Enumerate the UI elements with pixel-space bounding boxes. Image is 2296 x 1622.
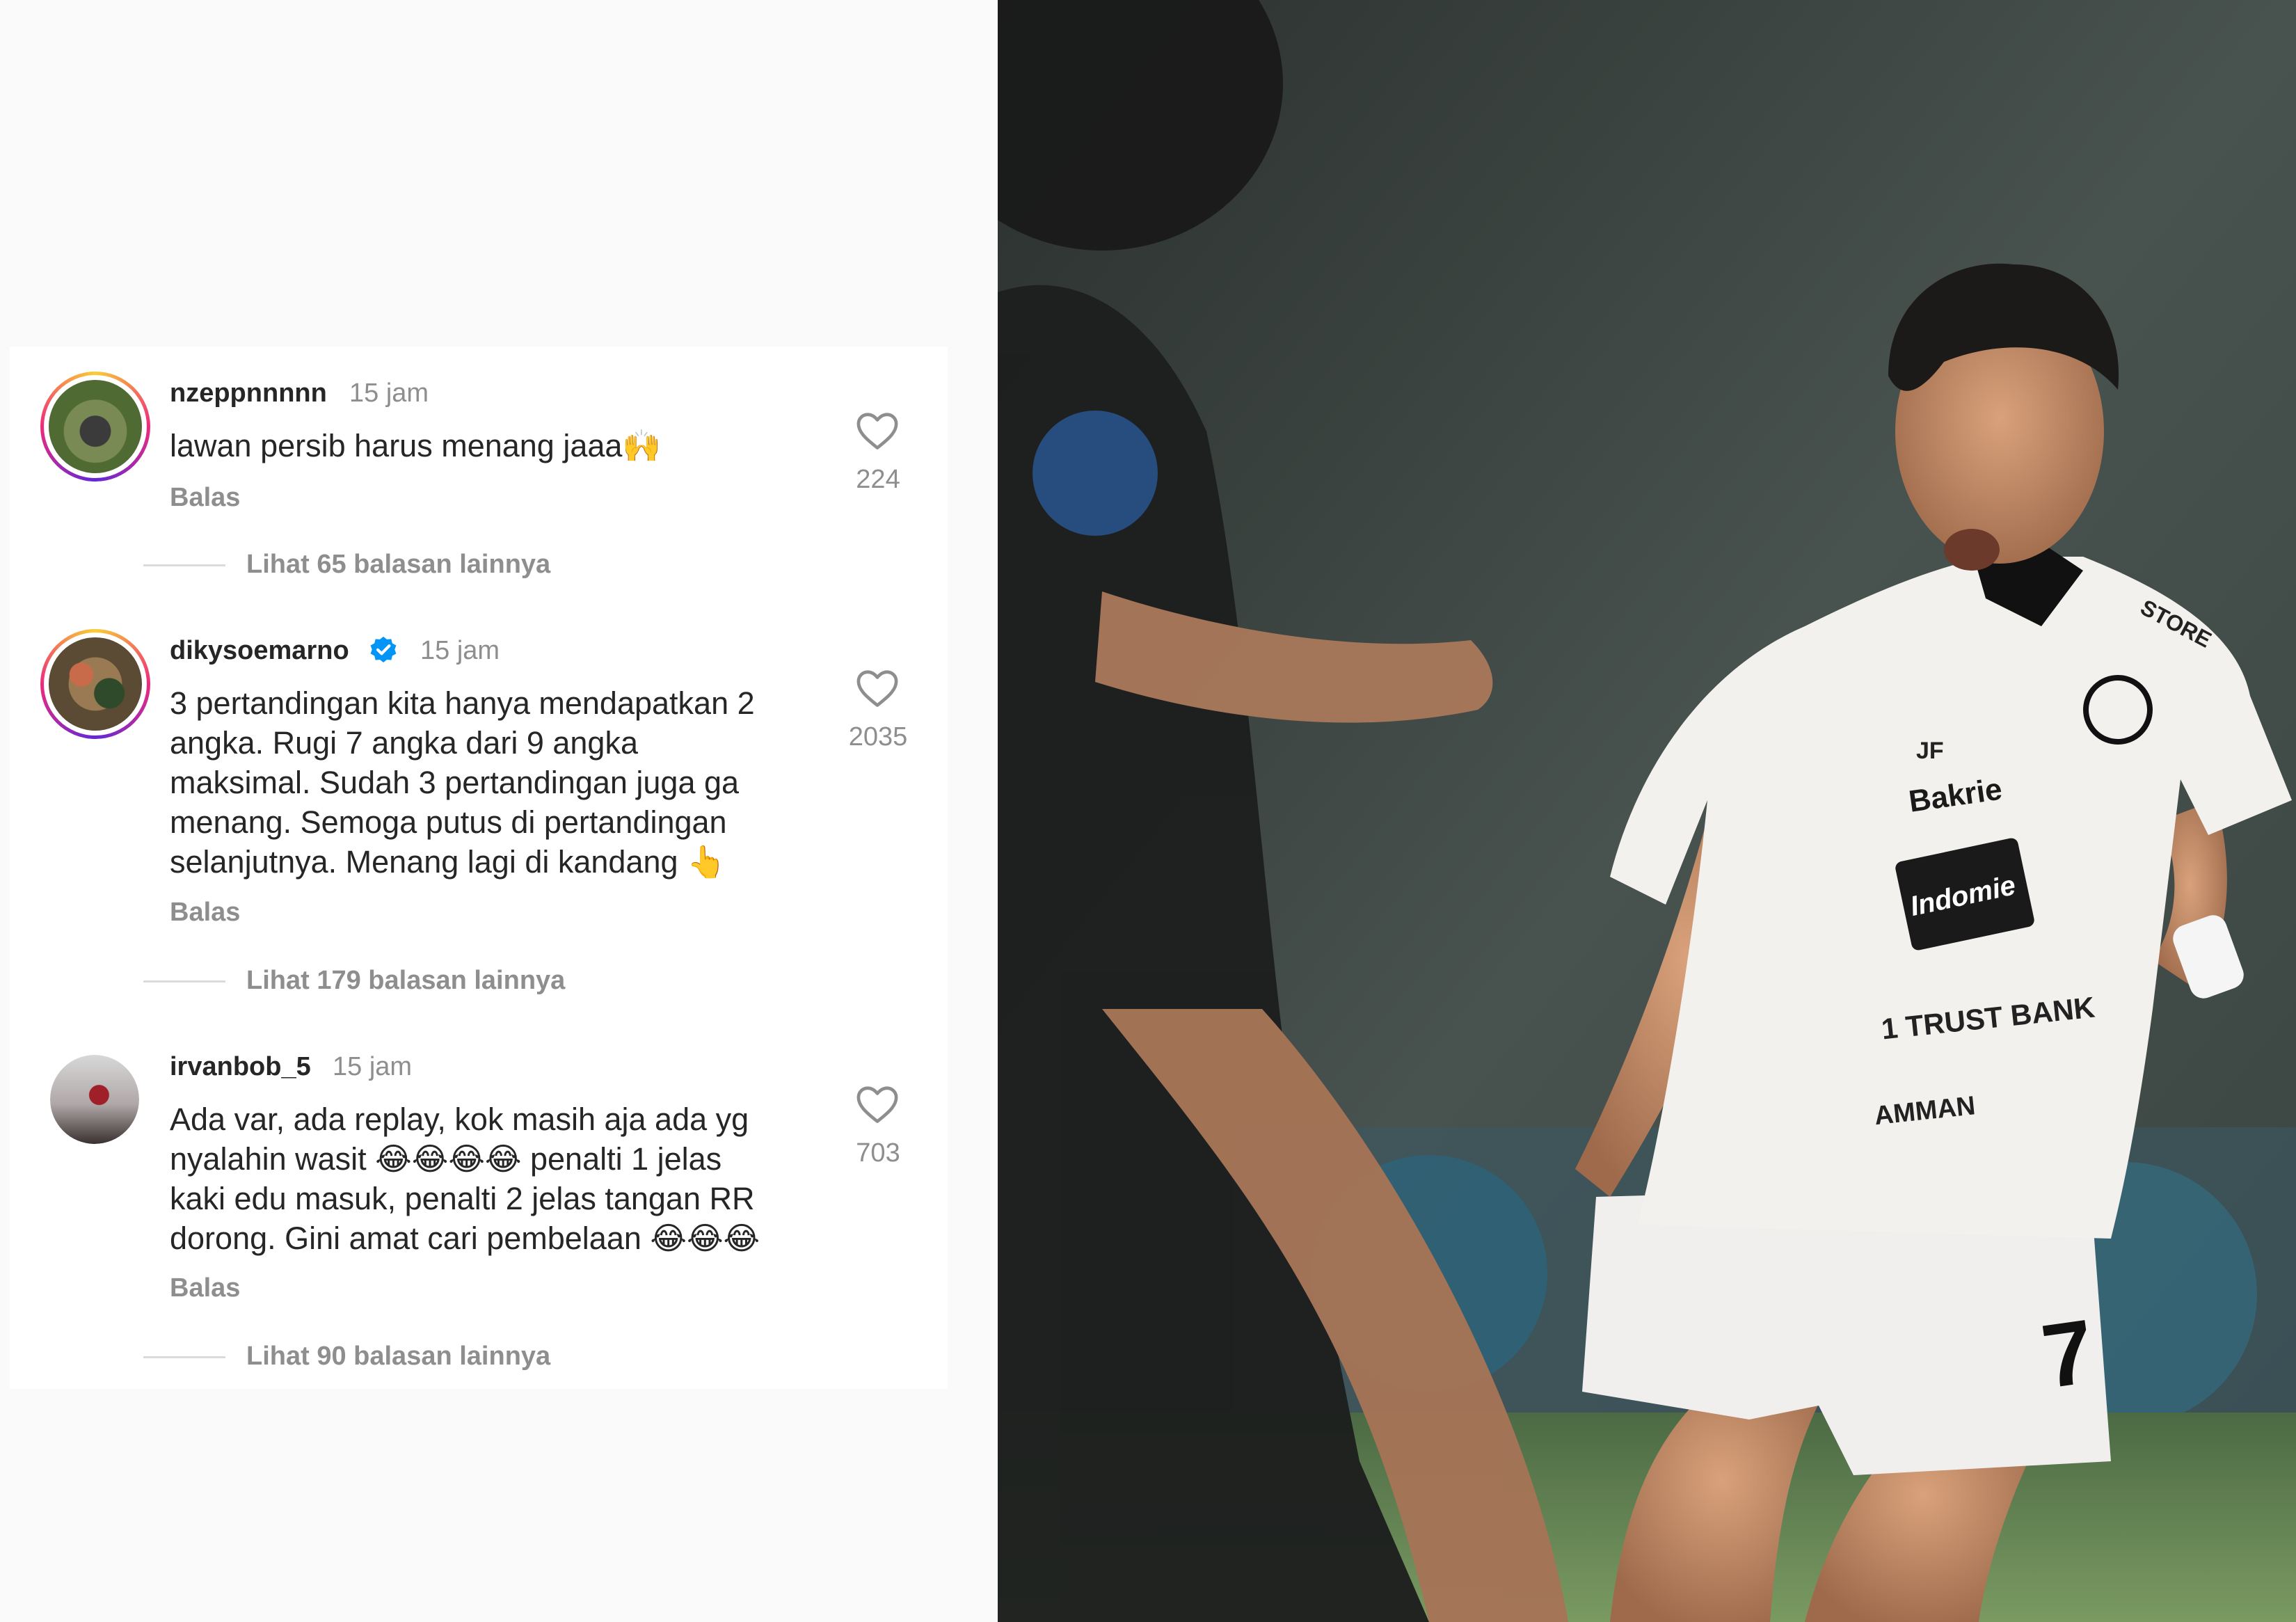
sponsor-jf: JF [1916, 738, 1944, 764]
divider-line [143, 564, 225, 566]
comment-username[interactable]: dikysoemarno [170, 636, 349, 666]
comment-text: 3 pertandingan kita hanya mendapatkan 2 … [170, 685, 755, 880]
like-count: 703 [856, 1138, 900, 1168]
avatar[interactable] [40, 629, 150, 739]
avatar[interactable] [40, 372, 150, 482]
view-more-replies-button[interactable]: Lihat 90 balasan lainnya [246, 1342, 550, 1371]
reply-button[interactable]: Balas [170, 483, 240, 513]
reply-button[interactable]: Balas [170, 898, 240, 928]
comments-panel: nzeppnnnnn 15 jam lawan persib harus men… [10, 347, 948, 1389]
like-count: 224 [856, 465, 900, 494]
heart-icon[interactable] [856, 411, 899, 451]
reply-button[interactable]: Balas [170, 1273, 240, 1303]
like-count: 2035 [848, 722, 908, 752]
comment-username[interactable]: nzeppnnnnn [170, 379, 327, 408]
football-photo-illustration: Bakrie Indomie 1 TRUST BANK AMMAN JF STO… [998, 0, 2296, 1622]
view-more-replies-button[interactable]: Lihat 65 balasan lainnya [246, 550, 550, 580]
heart-icon[interactable] [856, 1084, 899, 1124]
divider-line [143, 980, 225, 983]
comment-time: 15 jam [349, 379, 429, 408]
divider-line [143, 1356, 225, 1358]
verified-badge-icon [370, 636, 397, 663]
avatar[interactable] [50, 1055, 139, 1144]
view-more-replies-button[interactable]: Lihat 179 balasan lainnya [246, 966, 565, 996]
comment-text: Ada var, ada replay, kok masih aja ada y… [170, 1102, 760, 1256]
comment-time: 15 jam [420, 636, 500, 665]
football-photo: Bakrie Indomie 1 TRUST BANK AMMAN JF STO… [998, 0, 2296, 1622]
comment-time: 15 jam [333, 1052, 413, 1081]
comment-text: lawan persib harus menang jaaa🙌 [170, 428, 662, 463]
heart-icon[interactable] [856, 668, 899, 708]
comment-username[interactable]: irvanbob_5 [170, 1052, 311, 1082]
